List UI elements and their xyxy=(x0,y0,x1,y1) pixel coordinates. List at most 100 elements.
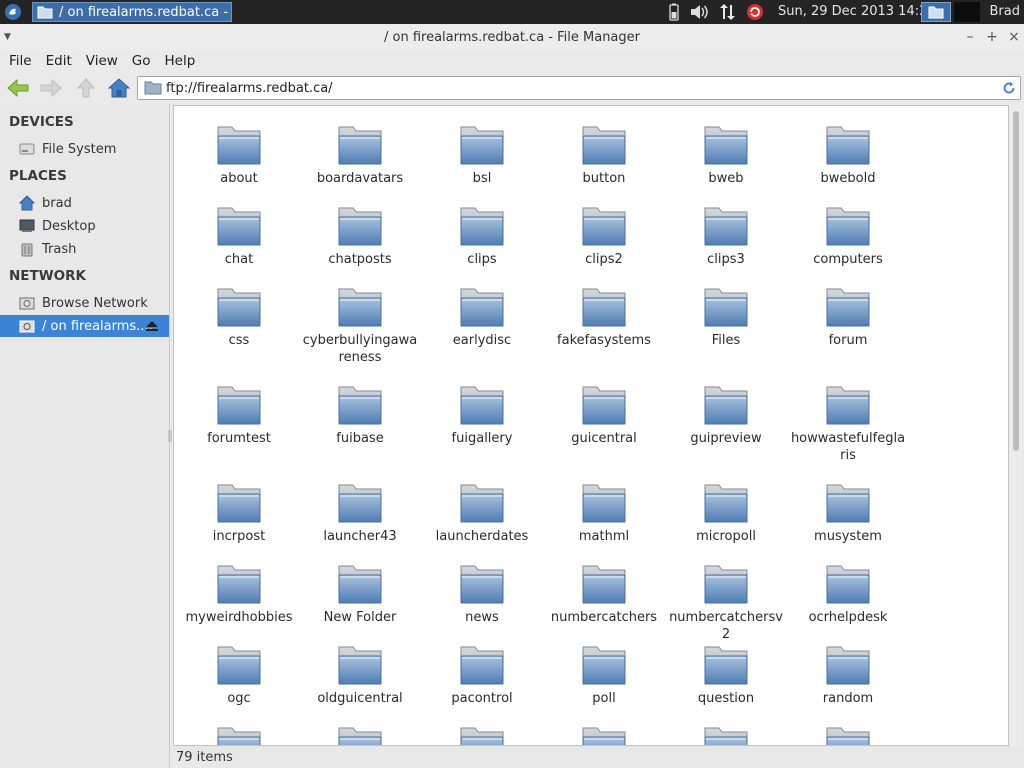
folder-item[interactable]: fuigallery xyxy=(422,384,542,447)
folder-item[interactable]: clips2 xyxy=(544,205,664,268)
sidebar-item-ftp-mount[interactable]: / on firealarms.... xyxy=(0,315,169,337)
network-transfer-icon[interactable] xyxy=(716,0,738,24)
folder-item[interactable]: launcher43 xyxy=(300,482,420,545)
pane-splitter[interactable] xyxy=(168,430,172,442)
sidebar-item-browse-network[interactable]: Browse Network xyxy=(0,292,169,314)
folder-item[interactable]: bweb xyxy=(666,124,786,187)
folder-item[interactable] xyxy=(179,725,299,745)
scrollbar-thumb[interactable] xyxy=(1013,111,1019,451)
menu-file[interactable]: File xyxy=(3,53,38,69)
status-bar: 79 items xyxy=(170,746,1024,768)
folder-item[interactable]: fuibase xyxy=(300,384,420,447)
folder-item[interactable]: micropoll xyxy=(666,482,786,545)
sidebar-heading-devices: DEVICES xyxy=(9,114,74,130)
folder-item[interactable]: bsl xyxy=(422,124,542,187)
file-icon-view[interactable]: about boardavatars bsl button bweb bwebold cha… xyxy=(173,105,1009,746)
folder-item[interactable]: random xyxy=(788,644,908,707)
top-panel: / on firealarms.redbat.ca - ... Sun, 29 … xyxy=(0,0,1024,24)
folder-icon xyxy=(788,384,908,426)
back-button[interactable] xyxy=(5,76,31,100)
folder-item[interactable]: myweirdhobbies xyxy=(179,563,299,626)
user-menu[interactable]: Brad xyxy=(990,0,1020,24)
forward-button[interactable] xyxy=(38,76,64,100)
sidebar-item-desktop[interactable]: Desktop xyxy=(0,215,169,237)
reload-icon[interactable] xyxy=(1000,79,1018,97)
folder-item[interactable]: ogc xyxy=(179,644,299,707)
location-bar[interactable]: ftp://firealarms.redbat.ca/ xyxy=(137,76,1021,100)
folder-label: pacontrol xyxy=(451,691,513,706)
folder-label: css xyxy=(228,333,250,348)
folder-item[interactable]: chat xyxy=(179,205,299,268)
folder-label: computers xyxy=(813,252,883,267)
folder-item[interactable]: numbercatchersv2 xyxy=(666,563,786,643)
folder-item[interactable]: cyberbullyingawareness xyxy=(300,286,420,366)
folder-item[interactable]: question xyxy=(666,644,786,707)
sidebar-item-file-system[interactable]: File System xyxy=(0,138,169,160)
folder-item[interactable]: clips3 xyxy=(666,205,786,268)
folder-item[interactable]: Files xyxy=(666,286,786,349)
clock[interactable]: Sun, 29 Dec 2013 14:28 xyxy=(778,0,936,24)
taskbar-window-label: / on firealarms.redbat.ca - ... xyxy=(59,4,232,20)
folder-item[interactable] xyxy=(544,725,664,745)
folder-item[interactable]: bwebold xyxy=(788,124,908,187)
menu-help[interactable]: Help xyxy=(159,53,202,69)
menu-edit[interactable]: Edit xyxy=(40,53,78,69)
minimize-button[interactable]: – xyxy=(962,28,978,46)
workspace-2-button[interactable] xyxy=(954,2,980,22)
volume-icon[interactable] xyxy=(688,0,710,24)
sidebar-item-brad[interactable]: brad xyxy=(0,192,169,214)
folder-label: forum xyxy=(828,333,868,348)
folder-item[interactable]: guicentral xyxy=(544,384,664,447)
battery-icon[interactable] xyxy=(666,0,682,24)
folder-item[interactable] xyxy=(300,725,420,745)
maximize-button[interactable]: + xyxy=(984,28,1000,46)
folder-item[interactable]: news xyxy=(422,563,542,626)
folder-item[interactable]: forum xyxy=(788,286,908,349)
folder-item[interactable] xyxy=(422,725,542,745)
sidebar-item-trash[interactable]: Trash xyxy=(0,238,169,260)
folder-item[interactable]: guipreview xyxy=(666,384,786,447)
folder-item[interactable]: incrpost xyxy=(179,482,299,545)
taskbar-window-button[interactable]: / on firealarms.redbat.ca - ... xyxy=(32,2,232,22)
folder-icon xyxy=(788,124,908,166)
app-menu-icon[interactable] xyxy=(0,0,26,24)
vertical-scrollbar[interactable] xyxy=(1010,105,1022,746)
folder-item[interactable]: numbercatchers xyxy=(544,563,664,626)
folder-item[interactable]: computers xyxy=(788,205,908,268)
up-button[interactable] xyxy=(73,76,99,100)
sidebar-heading-network: NETWORK xyxy=(9,268,86,284)
folder-item[interactable]: poll xyxy=(544,644,664,707)
workspace-1-button[interactable] xyxy=(921,2,951,22)
folder-item[interactable]: ocrhelpdesk xyxy=(788,563,908,626)
folder-item[interactable]: musystem xyxy=(788,482,908,545)
folder-label: ogc xyxy=(227,691,251,706)
folder-item[interactable]: New Folder xyxy=(300,563,420,626)
folder-item[interactable]: css xyxy=(179,286,299,349)
folder-item[interactable]: oldguicentral xyxy=(300,644,420,707)
toolbar: ftp://firealarms.redbat.ca/ xyxy=(0,74,1024,102)
menu-go[interactable]: Go xyxy=(126,53,157,69)
folder-icon xyxy=(788,205,908,247)
folder-item[interactable]: button xyxy=(544,124,664,187)
folder-item[interactable] xyxy=(666,725,786,745)
home-button[interactable] xyxy=(106,76,132,100)
folder-item[interactable]: about xyxy=(179,124,299,187)
folder-item[interactable]: pacontrol xyxy=(422,644,542,707)
folder-icon xyxy=(422,482,542,524)
close-button[interactable]: × xyxy=(1006,28,1022,46)
folder-item[interactable]: earlydisc xyxy=(422,286,542,349)
folder-item[interactable]: launcherdates xyxy=(422,482,542,545)
location-input[interactable]: ftp://firealarms.redbat.ca/ xyxy=(166,81,1000,96)
update-notifier-icon[interactable] xyxy=(744,0,766,24)
eject-icon[interactable] xyxy=(145,319,159,333)
folder-item[interactable]: clips xyxy=(422,205,542,268)
folder-item[interactable]: boardavatars xyxy=(300,124,420,187)
folder-item[interactable]: chatposts xyxy=(300,205,420,268)
folder-item[interactable]: forumtest xyxy=(179,384,299,447)
menu-view[interactable]: View xyxy=(80,53,124,69)
folder-item[interactable]: mathml xyxy=(544,482,664,545)
folder-label: numbercatchers xyxy=(550,610,658,625)
folder-item[interactable]: fakefasystems xyxy=(544,286,664,349)
folder-item[interactable] xyxy=(788,725,908,745)
folder-item[interactable]: howwastefulfeglaris xyxy=(788,384,908,464)
